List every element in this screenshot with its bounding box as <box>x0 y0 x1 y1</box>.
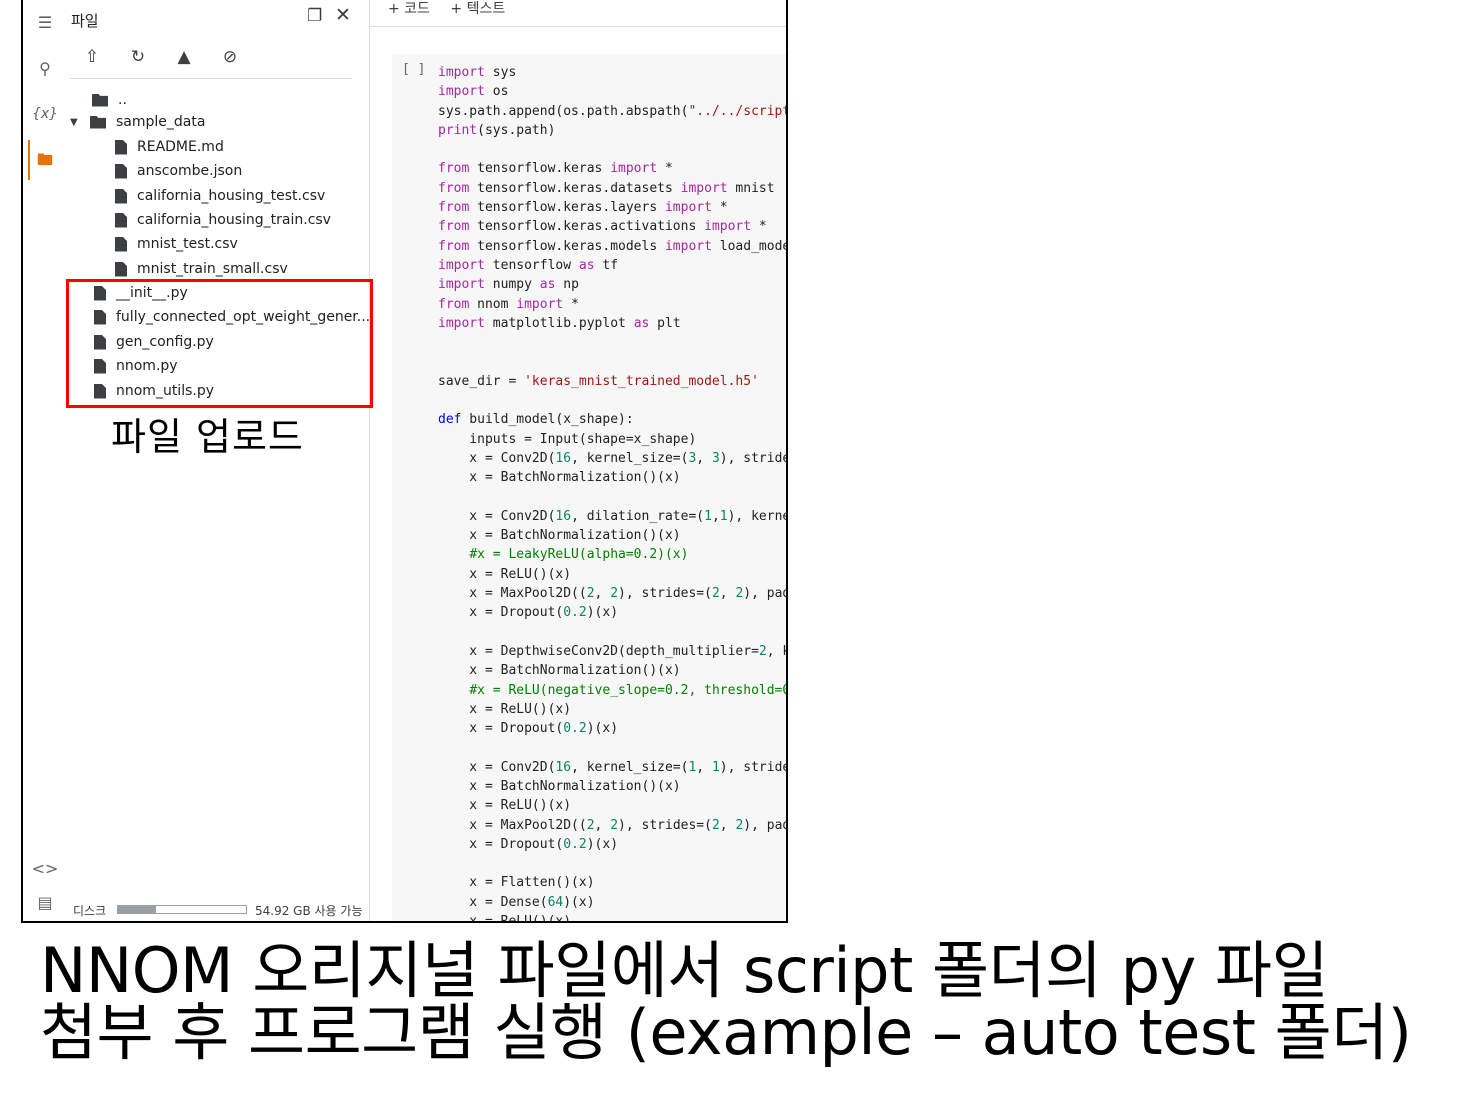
notebook-editor: + 코드 + 텍스트 [ ] import sys import os sys.… <box>370 0 786 921</box>
caption-line-1: NNOM 오리지널 파일에서 script 폴더의 py 파일 <box>40 934 1329 1007</box>
colab-screenshot: ☰ ⚲ {x} 🖿 <> ▤ 파일 ❐ ✕ ⇧ ↻ ▲ ⊘ .. ▼ sampl… <box>21 0 788 923</box>
folder-up-icon <box>92 93 108 107</box>
side-rail: ☰ ⚲ {x} 🖿 <> ▤ <box>23 0 67 921</box>
disk-usage-fill <box>118 906 157 913</box>
menu-icon[interactable]: ☰ <box>33 10 57 34</box>
active-indicator <box>28 140 30 180</box>
caption-line-2: 첨부 후 프로그램 실행 (example – auto test 폴더) <box>40 996 1412 1069</box>
upload-icon[interactable]: ⇧ <box>79 44 105 70</box>
tree-item-label: sample_data <box>116 114 206 130</box>
disk-label: 디스크 <box>73 904 107 918</box>
tree-item-file[interactable]: mnist_train_small.csv <box>115 258 288 280</box>
file-icon <box>115 163 127 179</box>
tree-item-label: mnist_test.csv <box>137 236 238 252</box>
add-cell-bar: + 코드 + 텍스트 <box>388 0 521 18</box>
file-icon <box>115 139 127 155</box>
tree-item-file[interactable]: california_housing_train.csv <box>115 209 331 231</box>
slide-caption: NNOM 오리지널 파일에서 script 폴더의 py 파일 첨부 후 프로그… <box>40 934 1412 1069</box>
upload-highlight-box <box>66 279 373 408</box>
close-icon[interactable]: ✕ <box>335 4 351 26</box>
folder-icon[interactable]: 🖿 <box>33 150 57 174</box>
chevron-down-icon[interactable]: ▼ <box>70 117 84 128</box>
file-icon <box>115 236 127 252</box>
divider <box>370 26 786 27</box>
add-code-button[interactable]: + 코드 <box>388 1 430 17</box>
tree-item-folder[interactable]: ▼ sample_data <box>70 111 205 133</box>
code-snippets-icon[interactable]: <> <box>32 856 59 880</box>
variables-icon[interactable]: {x} <box>32 102 58 126</box>
folder-icon <box>90 115 106 129</box>
tree-item-label: california_housing_train.csv <box>137 212 331 228</box>
divider <box>70 78 352 79</box>
code-editor[interactable]: import sys import os sys.path.append(os.… <box>438 63 786 921</box>
tree-item-label: README.md <box>137 139 224 155</box>
refresh-folder-icon[interactable]: ↻ <box>125 44 151 70</box>
file-icon <box>115 188 127 204</box>
hide-icon[interactable]: ⊘ <box>217 44 243 70</box>
file-icon <box>115 212 127 228</box>
terminal-icon[interactable]: ▤ <box>33 890 57 914</box>
window-icon[interactable]: ❐ <box>307 6 322 26</box>
tree-item-parent[interactable]: .. <box>92 89 127 111</box>
tree-item-label: mnist_train_small.csv <box>137 261 288 277</box>
disk-free-text: 54.92 GB 사용 가능 <box>255 904 363 918</box>
search-icon[interactable]: ⚲ <box>33 56 57 80</box>
tree-item-file[interactable]: anscombe.json <box>115 160 242 182</box>
tree-item-label: california_housing_test.csv <box>137 188 326 204</box>
drive-icon[interactable]: ▲ <box>171 44 197 70</box>
tree-item-file[interactable]: mnist_test.csv <box>115 233 238 255</box>
tree-item-label: anscombe.json <box>137 163 243 179</box>
disk-usage-bar <box>117 905 247 914</box>
file-toolbar: ⇧ ↻ ▲ ⊘ <box>79 44 243 74</box>
tree-item-file[interactable]: README.md <box>115 136 224 158</box>
upload-annotation: 파일 업로드 <box>111 415 304 459</box>
tree-item-file[interactable]: california_housing_test.csv <box>115 185 325 207</box>
tree-item-label: .. <box>118 92 127 108</box>
add-text-button[interactable]: + 텍스트 <box>450 1 505 17</box>
panel-title: 파일 <box>71 12 99 30</box>
file-icon <box>115 261 127 277</box>
run-cell-button[interactable]: [ ] <box>402 62 425 77</box>
